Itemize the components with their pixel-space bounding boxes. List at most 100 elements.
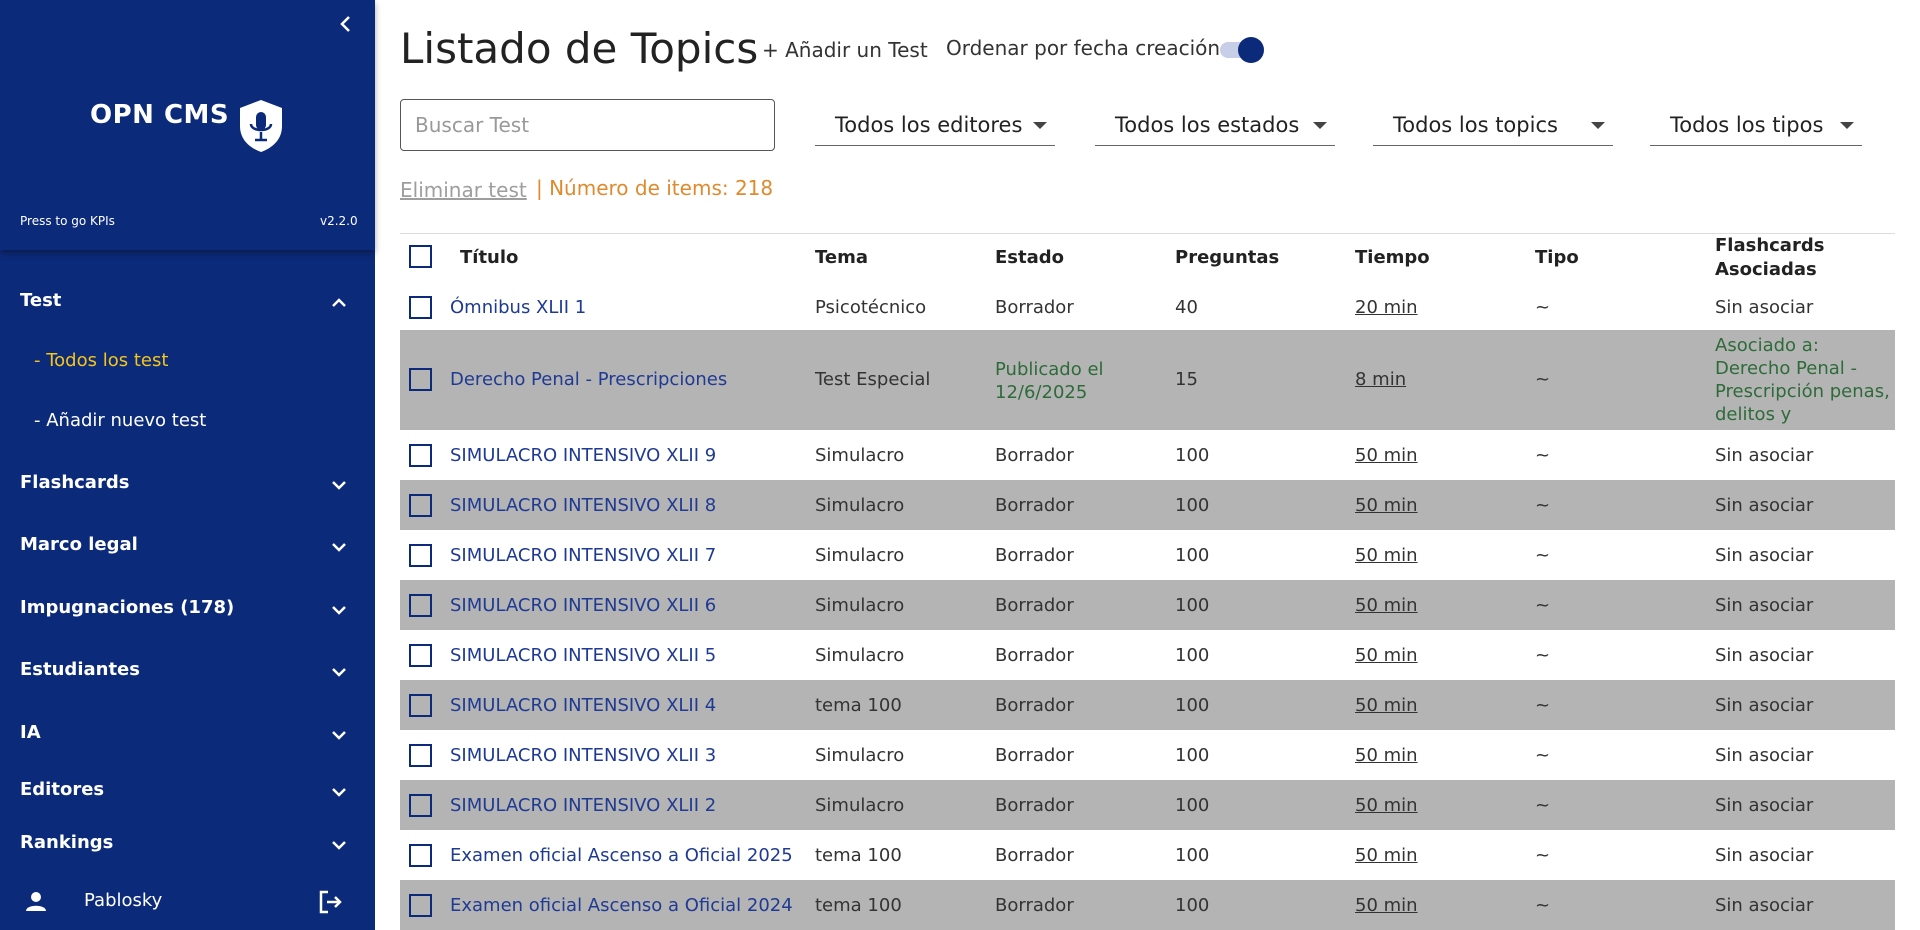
cell-tiempo[interactable]: 50 min	[1355, 844, 1418, 867]
cell-tiempo[interactable]: 50 min	[1355, 494, 1418, 517]
cell-tiempo[interactable]: 50 min	[1355, 644, 1418, 667]
cell-tiempo[interactable]: 50 min	[1355, 594, 1418, 617]
cell-tema: Simulacro	[815, 545, 905, 566]
table-row: Examen oficial Ascenso a Oficial 2024 te…	[400, 880, 1895, 930]
cell-preguntas: 100	[1175, 595, 1210, 616]
cell-tiempo[interactable]: 20 min	[1355, 296, 1418, 319]
test-title-link[interactable]: Examen oficial Ascenso a Oficial 2024	[450, 894, 793, 917]
page-title: Listado de Topics	[400, 24, 759, 73]
cell-tipo: ~	[1535, 445, 1551, 466]
cell-estado: Borrador	[995, 297, 1074, 318]
row-checkbox[interactable]	[409, 544, 432, 567]
filter-tipos[interactable]: Todos los tipos	[1650, 108, 1862, 146]
select-all-checkbox[interactable]	[409, 245, 432, 268]
row-checkbox[interactable]	[409, 744, 432, 767]
add-test-button[interactable]: + Añadir un Test	[762, 38, 928, 62]
cell-tema: Simulacro	[815, 595, 905, 616]
cell-estado: Borrador	[995, 445, 1074, 466]
row-checkbox[interactable]	[409, 794, 432, 817]
test-title-link[interactable]: SIMULACRO INTENSIVO XLII 8	[450, 494, 716, 517]
caret-down-icon	[1591, 122, 1605, 129]
cell-estado: Borrador	[995, 795, 1074, 816]
nav-section-test[interactable]: Test	[0, 280, 375, 324]
nav-section-impugnaciones[interactable]: Impugnaciones (178)	[0, 587, 375, 631]
test-title-link[interactable]: Derecho Penal - Prescripciones	[450, 368, 727, 391]
row-checkbox[interactable]	[409, 444, 432, 467]
nav-section-estudiantes[interactable]: Estudiantes	[0, 649, 375, 693]
chevron-down-icon	[332, 731, 346, 740]
header-flashcards: Flashcards Asociadas	[1715, 235, 1825, 280]
cell-flashcards: Sin asociar	[1715, 695, 1814, 716]
filter-topics[interactable]: Todos los topics	[1373, 108, 1613, 146]
search-input[interactable]	[400, 99, 775, 151]
cell-flashcards: Sin asociar	[1715, 495, 1814, 516]
cell-tipo: ~	[1535, 745, 1551, 766]
cell-flashcards: Sin asociar	[1715, 645, 1814, 666]
table-row: Examen oficial Ascenso a Oficial 2025 te…	[400, 830, 1895, 880]
cell-tema: Psicotécnico	[815, 297, 927, 318]
nav-section-label: Flashcards	[20, 472, 130, 493]
cell-estado: Borrador	[995, 495, 1074, 516]
nav-item-anadir-nuevo-test[interactable]: - Añadir nuevo test	[34, 410, 206, 431]
nav-section-rankings[interactable]: Rankings	[0, 822, 375, 866]
row-checkbox[interactable]	[409, 368, 432, 391]
filter-editores[interactable]: Todos los editores	[815, 108, 1055, 146]
cell-estado: Publicado el 12/6/2025	[995, 359, 1104, 403]
test-title-link[interactable]: SIMULACRO INTENSIVO XLII 7	[450, 544, 716, 567]
row-checkbox[interactable]	[409, 694, 432, 717]
person-icon	[26, 892, 46, 911]
chevron-down-icon	[332, 481, 346, 490]
test-title-link[interactable]: Ómnibus XLII 1	[450, 296, 586, 319]
test-title-link[interactable]: SIMULACRO INTENSIVO XLII 6	[450, 594, 716, 617]
nav-section-ia[interactable]: IA	[0, 712, 375, 756]
nav-item-todos-los-test[interactable]: - Todos los test	[34, 350, 168, 371]
order-toggle[interactable]	[1218, 36, 1264, 63]
nav-section-label: Marco legal	[20, 534, 138, 555]
cell-tipo: ~	[1535, 645, 1551, 666]
cell-tema: Simulacro	[815, 745, 905, 766]
cell-tema: Simulacro	[815, 445, 905, 466]
delete-test-button[interactable]: Eliminar test	[400, 178, 527, 202]
nav-section-flashcards[interactable]: Flashcards	[0, 462, 375, 506]
chevron-up-icon	[332, 298, 346, 307]
logout-icon[interactable]	[316, 888, 344, 916]
cell-preguntas: 100	[1175, 645, 1210, 666]
table-row: SIMULACRO INTENSIVO XLII 6 Simulacro Bor…	[400, 580, 1895, 630]
test-title-link[interactable]: SIMULACRO INTENSIVO XLII 5	[450, 644, 716, 667]
row-checkbox[interactable]	[409, 844, 432, 867]
test-title-link[interactable]: SIMULACRO INTENSIVO XLII 9	[450, 444, 716, 467]
test-title-link[interactable]: SIMULACRO INTENSIVO XLII 3	[450, 744, 716, 767]
cell-tipo: ~	[1535, 895, 1551, 916]
cell-tema: Simulacro	[815, 795, 905, 816]
row-checkbox[interactable]	[409, 594, 432, 617]
table-row: SIMULACRO INTENSIVO XLII 4 tema 100 Borr…	[400, 680, 1895, 730]
row-checkbox[interactable]	[409, 894, 432, 917]
header-tiempo: Tiempo	[1355, 247, 1430, 268]
row-checkbox[interactable]	[409, 644, 432, 667]
nav-section-editores[interactable]: Editores	[0, 769, 375, 813]
row-checkbox[interactable]	[409, 494, 432, 517]
cell-tiempo[interactable]: 50 min	[1355, 694, 1418, 717]
cell-preguntas: 100	[1175, 795, 1210, 816]
nav-section-label: Impugnaciones (178)	[20, 597, 235, 618]
test-title-link[interactable]: SIMULACRO INTENSIVO XLII 2	[450, 794, 716, 817]
test-title-link[interactable]: SIMULACRO INTENSIVO XLII 4	[450, 694, 716, 717]
cell-estado: Borrador	[995, 645, 1074, 666]
chevron-left-icon[interactable]	[334, 12, 358, 36]
cell-tiempo[interactable]: 8 min	[1355, 368, 1406, 391]
test-title-link[interactable]: Examen oficial Ascenso a Oficial 2025	[450, 844, 793, 867]
cell-tiempo[interactable]: 50 min	[1355, 794, 1418, 817]
cell-tiempo[interactable]: 50 min	[1355, 544, 1418, 567]
row-checkbox[interactable]	[409, 296, 432, 319]
cell-tiempo[interactable]: 50 min	[1355, 444, 1418, 467]
nav-section-marco-legal[interactable]: Marco legal	[0, 524, 375, 568]
cell-tiempo[interactable]: 50 min	[1355, 894, 1418, 917]
kpi-link[interactable]: Press to go KPIs	[20, 214, 115, 228]
caret-down-icon	[1033, 122, 1047, 129]
filter-estados[interactable]: Todos los estados	[1095, 108, 1335, 146]
version-label: v2.2.0	[320, 214, 358, 228]
cell-tiempo[interactable]: 50 min	[1355, 744, 1418, 767]
cell-estado: Borrador	[995, 595, 1074, 616]
sidebar: OPN CMS Press to go KPIs v2.2.0 Test - T…	[0, 0, 375, 930]
table-row: SIMULACRO INTENSIVO XLII 3 Simulacro Bor…	[400, 730, 1895, 780]
